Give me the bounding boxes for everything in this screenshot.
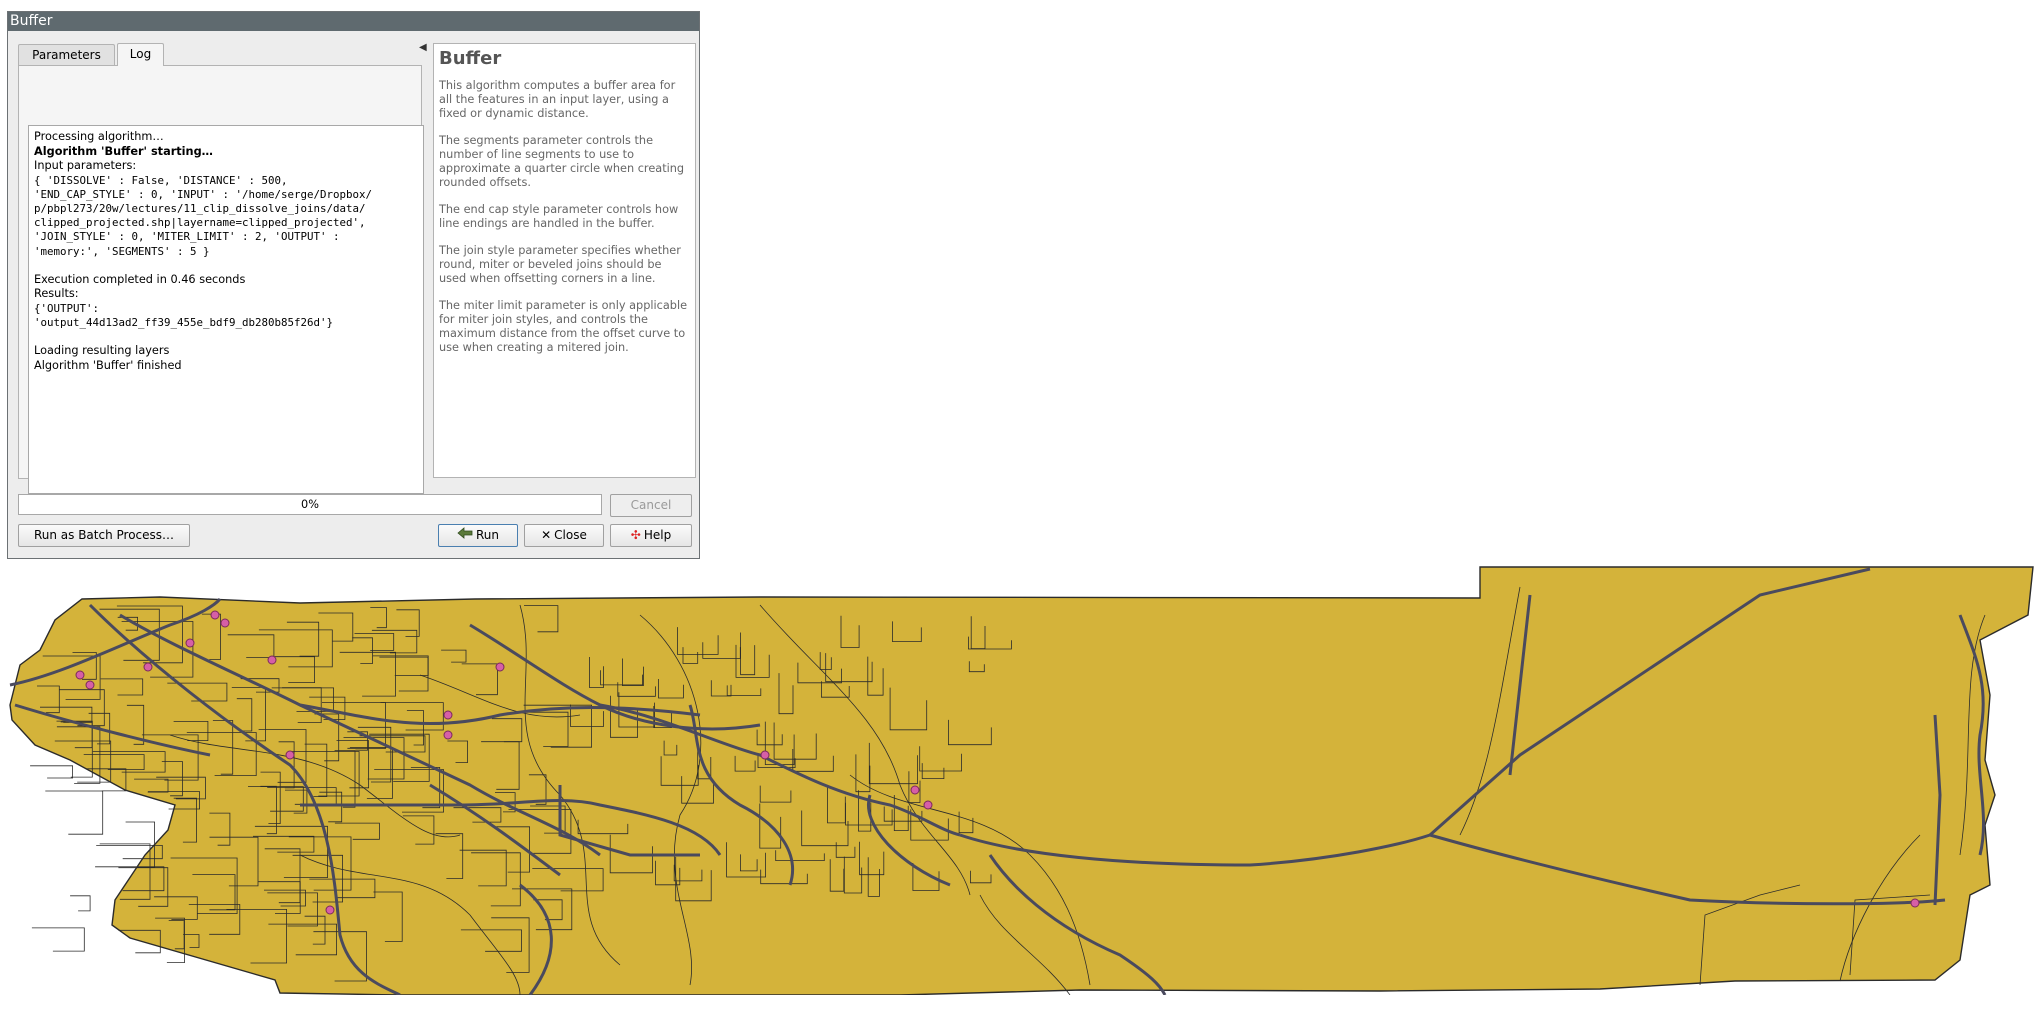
point-feature xyxy=(1910,898,1920,908)
run-button-label: Run xyxy=(475,528,499,542)
tab-parameters[interactable]: Parameters xyxy=(18,44,115,65)
log-line-finished: Algorithm 'Buffer' finished xyxy=(34,358,182,372)
log-tab-panel: Processing algorithm… Algorithm 'Buffer'… xyxy=(18,65,424,514)
log-output-line: {'OUTPUT': xyxy=(34,301,100,315)
point-feature xyxy=(143,662,153,672)
help-paragraph: This algorithm computes a buffer area fo… xyxy=(439,79,676,120)
log-line-starting: Algorithm 'Buffer' starting… xyxy=(34,144,213,158)
tract-boundary xyxy=(45,790,104,835)
close-button[interactable]: ✕ Close xyxy=(524,524,604,547)
help-button[interactable]: ✣ Help xyxy=(610,524,692,547)
point-feature xyxy=(495,662,505,672)
tract-boundary xyxy=(31,927,85,952)
tab-log[interactable]: Log xyxy=(117,43,164,66)
tab-parameters-label: Parameters xyxy=(32,48,101,62)
batch-button-label: Run as Batch Process… xyxy=(33,528,175,542)
run-button[interactable]: Run xyxy=(438,524,518,547)
point-feature xyxy=(285,750,295,760)
help-paragraph: The segments parameter controls the numb… xyxy=(439,134,685,189)
log-line-loading: Loading resulting layers xyxy=(34,344,170,358)
run-icon xyxy=(457,525,473,546)
help-button-label: Help xyxy=(643,528,672,542)
close-button-label: Close xyxy=(554,528,587,542)
progress-bar: 0% xyxy=(18,494,602,515)
dialog-title: Buffer xyxy=(10,13,53,29)
log-param-line: 'END_CAP_STYLE' : 0, 'INPUT' : '/home/se… xyxy=(34,187,373,201)
help-lifebuoy-icon: ✣ xyxy=(630,528,641,542)
point-feature xyxy=(923,800,933,810)
log-param-line: clipped_projected.shp|layername=clipped_… xyxy=(34,216,366,230)
point-feature xyxy=(75,670,85,680)
help-panel: Buffer This algorithm computes a buffer … xyxy=(433,43,696,478)
county-polygon-layer xyxy=(9,566,2034,995)
point-feature xyxy=(443,710,453,720)
point-feature xyxy=(85,680,95,690)
log-output-line: 'output_44d13ad2_ff39_455e_bdf9_db280b85… xyxy=(34,315,334,329)
census-tract-polygons xyxy=(9,566,2034,995)
help-title: Buffer xyxy=(439,48,502,69)
map-canvas[interactable] xyxy=(0,555,2037,995)
collapse-panel-arrow-icon[interactable]: ◀ xyxy=(419,42,427,53)
point-feature xyxy=(760,750,770,760)
dialog-title-bar[interactable]: Buffer xyxy=(8,12,699,31)
tract-boundary xyxy=(70,895,91,912)
log-text-area[interactable]: Processing algorithm… Algorithm 'Buffer'… xyxy=(28,125,424,494)
run-as-batch-button[interactable]: Run as Batch Process… xyxy=(18,524,190,547)
point-feature xyxy=(443,730,453,740)
log-param-line: 'memory:', 'SEGMENTS' : 5 } xyxy=(34,244,210,258)
log-param-line: p/pbpl273/20w/lectures/11_clip_dissolve_… xyxy=(34,201,366,215)
cancel-button[interactable]: Cancel xyxy=(610,494,692,517)
log-line-execution: Execution completed in 0.46 seconds xyxy=(34,272,246,286)
cancel-button-label: Cancel xyxy=(630,498,672,512)
point-feature xyxy=(185,638,195,648)
buffer-dialog: Buffer Parameters Log ◀ Processing algor… xyxy=(7,11,700,559)
log-line: Processing algorithm… xyxy=(34,130,164,143)
help-paragraph: The join style parameter specifies wheth… xyxy=(439,244,681,285)
help-paragraph: The end cap style parameter controls how… xyxy=(439,203,679,230)
point-feature xyxy=(325,905,335,915)
point-feature xyxy=(910,785,920,795)
log-line: Input parameters: xyxy=(34,159,137,172)
help-paragraph: The miter limit parameter is only applic… xyxy=(439,299,688,354)
tab-log-label: Log xyxy=(129,47,152,61)
point-feature xyxy=(210,610,220,620)
log-line-results: Results: xyxy=(34,287,79,301)
close-icon: ✕ xyxy=(541,528,552,542)
point-feature xyxy=(267,655,277,665)
tract-boundary xyxy=(30,765,73,779)
log-param-line: { 'DISSOLVE' : False, 'DISTANCE' : 500, xyxy=(34,173,288,187)
point-feature xyxy=(220,618,230,628)
progress-label: 0% xyxy=(301,498,319,511)
log-param-line: 'JOIN_STYLE' : 0, 'MITER_LIMIT' : 2, 'OU… xyxy=(34,230,340,244)
